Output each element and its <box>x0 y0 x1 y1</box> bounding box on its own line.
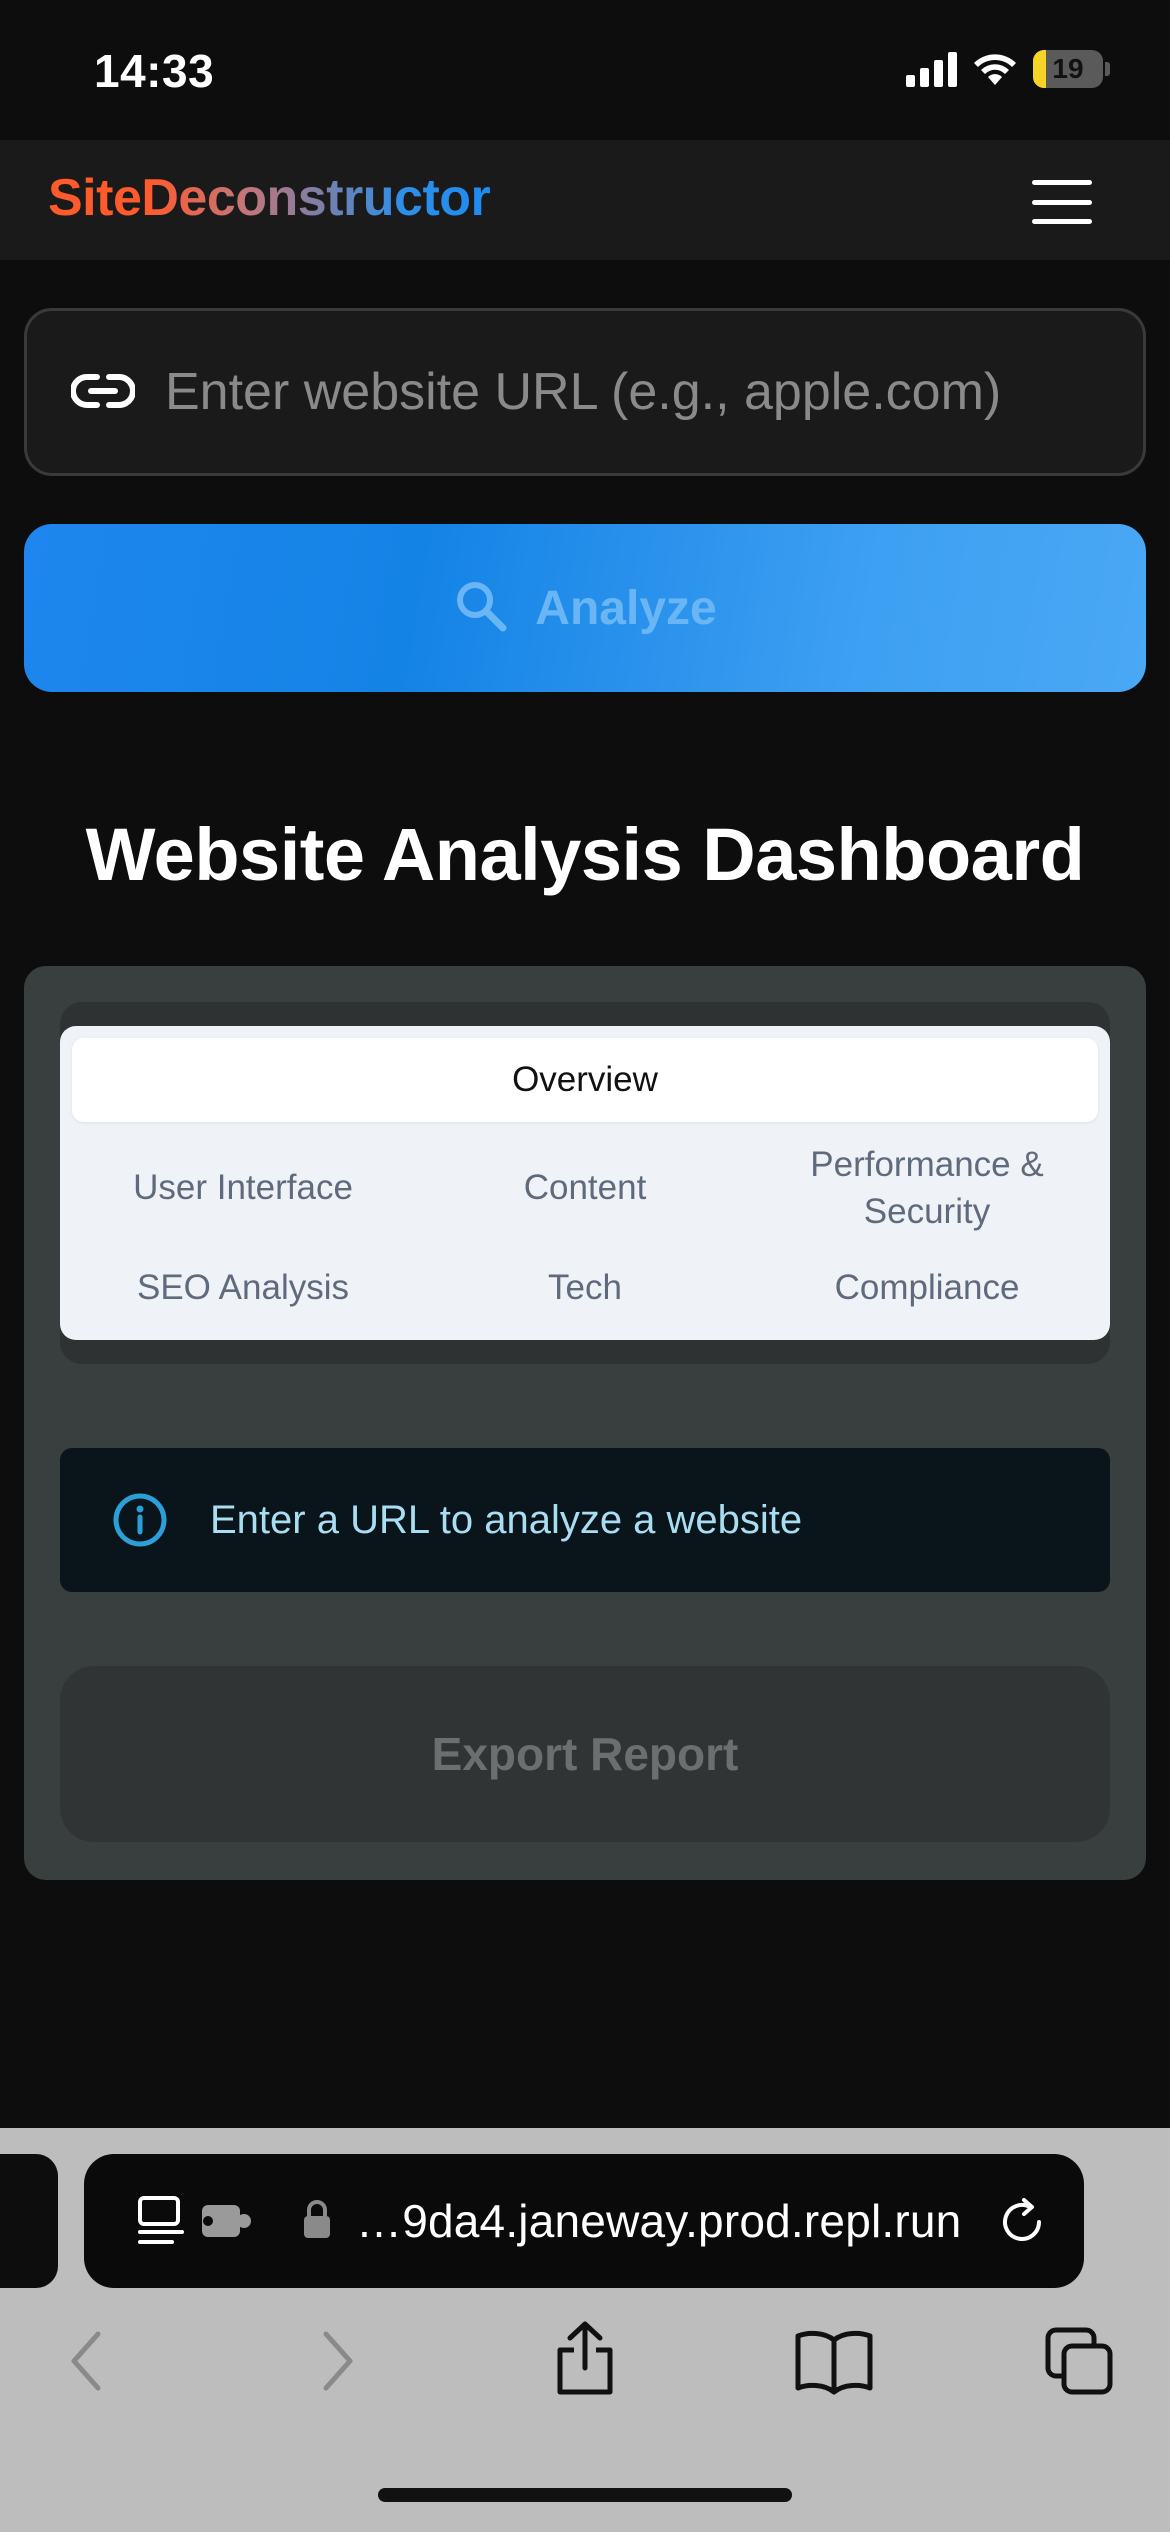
url-field[interactable] <box>24 308 1146 476</box>
page-menu-icons <box>136 2194 254 2253</box>
home-indicator <box>378 2488 792 2502</box>
status-icons: 19 <box>906 50 1110 88</box>
battery-level: 19 <box>1052 53 1084 84</box>
tab-performance-security[interactable]: Performance & Security <box>756 1136 1098 1240</box>
tab-compliance[interactable]: Compliance <box>756 1246 1098 1330</box>
battery-icon: 19 <box>1033 50 1110 88</box>
page-title: Website Analysis Dashboard <box>85 813 1085 896</box>
analyze-label: Analyze <box>535 581 717 635</box>
tab-overview[interactable]: Overview <box>72 1038 1098 1122</box>
info-alert-text: Enter a URL to analyze a website <box>210 1497 803 1542</box>
hamburger-menu-icon[interactable] <box>1032 180 1092 224</box>
wifi-icon <box>971 51 1019 87</box>
tab-tech[interactable]: Tech <box>414 1246 756 1330</box>
status-time: 14:33 <box>94 45 215 97</box>
info-alert: Enter a URL to analyze a website <box>60 1448 1110 1592</box>
cellular-signal-icon <box>906 51 957 87</box>
extension-icon[interactable] <box>200 2201 254 2246</box>
status-bar: 14:33 19 <box>0 0 1170 140</box>
page-menu-icon[interactable] <box>136 2194 186 2253</box>
brand-logo[interactable]: SiteDeconstructor <box>48 168 491 228</box>
info-icon <box>112 1492 168 1553</box>
tab-user-interface[interactable]: User Interface <box>72 1146 414 1230</box>
back-icon[interactable] <box>66 2326 106 2401</box>
address-url: …9da4.janeway.prod.repl.run <box>356 2195 962 2247</box>
tab-content[interactable]: Content <box>414 1146 756 1230</box>
analyze-button[interactable]: Analyze <box>24 524 1146 692</box>
bookmarks-icon[interactable] <box>794 2326 874 2401</box>
export-report-button[interactable]: Export Report <box>60 1666 1110 1842</box>
tab-seo-analysis[interactable]: SEO Analysis <box>72 1246 414 1330</box>
app-header: SiteDeconstructor <box>0 140 1170 260</box>
link-icon <box>70 369 136 418</box>
search-icon <box>453 578 509 639</box>
tabs-icon[interactable] <box>1044 2326 1116 2403</box>
reload-icon[interactable] <box>994 2194 1050 2255</box>
lock-icon <box>302 2198 332 2247</box>
forward-icon[interactable] <box>318 2326 358 2401</box>
share-icon[interactable] <box>550 2318 620 2403</box>
url-input[interactable] <box>165 311 1125 473</box>
address-bar[interactable]: …9da4.janeway.prod.repl.run <box>84 2154 1084 2288</box>
previous-tab-peek[interactable] <box>0 2154 58 2288</box>
tabs-list: Overview User Interface Content Performa… <box>60 1026 1110 1340</box>
dashboard-card: Overview User Interface Content Performa… <box>24 966 1146 1880</box>
